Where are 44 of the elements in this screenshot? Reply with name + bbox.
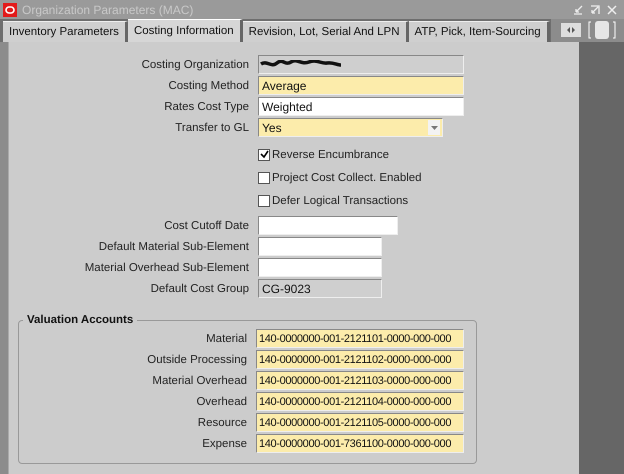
- input-field[interactable]: 140-0000000-001-7361100-0000-000-000: [256, 434, 464, 453]
- checkmark-icon: [260, 150, 268, 159]
- tab[interactable]: Inventory Parameters: [3, 21, 128, 42]
- dropdown-field[interactable]: Yes: [258, 118, 443, 137]
- input-field[interactable]: CG-9023: [258, 279, 382, 298]
- minimize-icon[interactable]: [572, 4, 584, 16]
- field-label: Default Cost Group: [150, 282, 250, 294]
- tab[interactable]: Revision, Lot, Serial And LPN: [242, 21, 409, 42]
- tab-scroll-button[interactable]: [561, 23, 581, 37]
- field-label: Expense: [201, 438, 248, 450]
- input-field[interactable]: [258, 258, 382, 277]
- field-label: Material Overhead Sub-Element: [84, 262, 250, 274]
- close-icon[interactable]: [606, 4, 618, 16]
- field-label: Overhead: [195, 396, 248, 408]
- maximize-icon[interactable]: [589, 4, 601, 16]
- tab[interactable]: ATP, Pick, Item-Sourcing: [408, 21, 550, 42]
- field-label: Resource: [196, 416, 248, 428]
- field-label: Costing Organization: [140, 58, 250, 70]
- input-field[interactable]: [258, 237, 382, 256]
- tab[interactable]: Costing Information: [128, 19, 243, 42]
- field-label: Material: [205, 332, 248, 344]
- dropdown-arrow-icon[interactable]: [430, 126, 438, 130]
- field-label: Transfer to GL: [174, 122, 250, 134]
- field-label: Outside Processing: [146, 354, 248, 366]
- input-field[interactable]: [258, 55, 464, 74]
- field-label: Default Material Sub-Element: [98, 240, 250, 252]
- field-label: Costing Method: [167, 80, 250, 92]
- input-field[interactable]: [258, 216, 398, 235]
- checkbox[interactable]: Reverse Encumbrance: [258, 148, 389, 160]
- field-label: Rates Cost Type: [163, 100, 250, 112]
- field-label: Material Overhead: [151, 374, 248, 386]
- checkbox[interactable]: Defer Logical Transactions: [258, 194, 408, 206]
- field-label: Cost Cutoff Date: [163, 220, 250, 232]
- checkbox[interactable]: Project Cost Collect. Enabled: [258, 172, 422, 184]
- input-field[interactable]: 140-0000000-001-2121104-0000-000-000: [256, 392, 464, 411]
- group-title: Valuation Accounts: [26, 314, 134, 326]
- input-field[interactable]: 140-0000000-001-2121105-0000-000-000: [256, 413, 464, 432]
- input-field[interactable]: 140-0000000-001-2121102-0000-000-000: [256, 350, 464, 369]
- input-field[interactable]: Weighted: [258, 97, 464, 116]
- app-logo-icon: [3, 2, 17, 16]
- tab-indicator-icon: [587, 19, 617, 41]
- input-field[interactable]: 140-0000000-001-2121103-0000-000-000: [256, 371, 464, 390]
- input-field[interactable]: 140-0000000-001-2121101-0000-000-000: [256, 329, 464, 348]
- input-field[interactable]: Average: [258, 76, 464, 95]
